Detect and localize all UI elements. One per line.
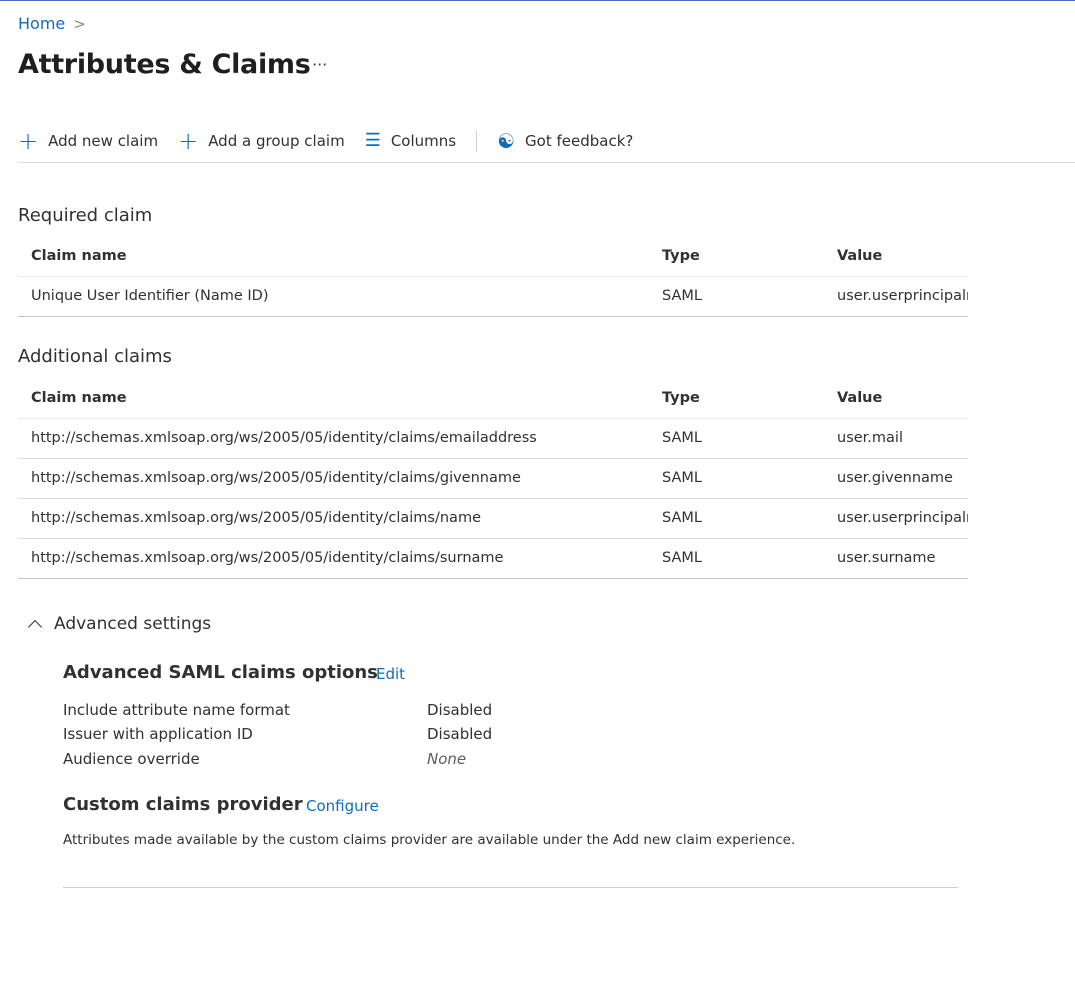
table-row[interactable]: http://schemas.xmlsoap.org/ws/2005/05/id… xyxy=(18,538,968,579)
table-row[interactable]: http://schemas.xmlsoap.org/ws/2005/05/id… xyxy=(18,498,968,539)
setting-label: Issuer with application ID xyxy=(63,725,253,743)
custom-claims-provider-heading: Custom claims provider xyxy=(63,794,303,815)
column-header-value[interactable]: Value xyxy=(824,378,968,419)
column-header-value[interactable]: Value xyxy=(824,236,968,277)
command-bar: + Add new claim + Add a group claim ☰ Colum… xyxy=(18,123,653,159)
claim-name: Unique User Identifier (Name ID) xyxy=(18,276,649,317)
claim-value: user.givenname xyxy=(824,458,968,499)
claim-name: http://schemas.xmlsoap.org/ws/2005/05/id… xyxy=(18,538,649,579)
setting-value: Disabled xyxy=(427,725,493,743)
claim-name: http://schemas.xmlsoap.org/ws/2005/05/id… xyxy=(18,498,649,539)
column-header-claim-name[interactable]: Claim name xyxy=(18,236,649,277)
edit-link[interactable]: Edit xyxy=(376,665,405,683)
claim-type: SAML xyxy=(649,538,824,579)
breadcrumb-home-link[interactable]: Home xyxy=(18,14,65,33)
custom-claims-note: Attributes made available by the custom … xyxy=(63,832,796,848)
add-group-claim-label: Add a group claim xyxy=(208,132,345,150)
feedback-label: Got feedback? xyxy=(525,132,634,150)
columns-label: Columns xyxy=(390,132,457,150)
breadcrumb: Home > xyxy=(18,14,86,33)
column-header-type[interactable]: Type xyxy=(649,378,824,419)
claim-type: SAML xyxy=(649,276,824,317)
required-claims-table: Claim name Type Value Unique User Identi… xyxy=(18,236,968,317)
claim-value: user.surname xyxy=(824,538,968,579)
claim-value: user.userprincipalname xyxy=(824,498,968,539)
claim-value: user.mail xyxy=(824,418,968,459)
table-row[interactable]: http://schemas.xmlsoap.org/ws/2005/05/id… xyxy=(18,458,968,499)
table-header-row: Claim name Type Value xyxy=(18,378,968,419)
table-row[interactable]: Unique User Identifier (Name ID) SAML us… xyxy=(18,276,968,317)
columns-button[interactable]: ☰ Columns xyxy=(364,130,457,151)
additional-claims-heading: Additional claims xyxy=(18,346,172,367)
advanced-settings-label: Advanced settings xyxy=(54,614,212,634)
claim-name: http://schemas.xmlsoap.org/ws/2005/05/id… xyxy=(18,458,649,499)
column-header-claim-name[interactable]: Claim name xyxy=(18,378,649,419)
page-title: Attributes & Claims xyxy=(18,49,311,80)
claim-type: SAML xyxy=(649,498,824,539)
setting-value: Disabled xyxy=(427,701,493,719)
feedback-icon: ☯ xyxy=(497,129,516,153)
feedback-button[interactable]: ☯ Got feedback? xyxy=(497,131,633,151)
add-new-claim-button[interactable]: + Add new claim xyxy=(18,129,158,153)
columns-icon: ☰ xyxy=(364,130,381,151)
section-divider xyxy=(63,887,958,888)
column-header-type[interactable]: Type xyxy=(649,236,824,277)
chevron-up-icon xyxy=(27,619,43,635)
add-group-claim-button[interactable]: + Add a group claim xyxy=(178,129,345,153)
plus-icon: + xyxy=(178,127,199,155)
setting-label: Audience override xyxy=(63,750,200,768)
setting-label: Include attribute name format xyxy=(63,701,290,719)
advanced-settings-toggle[interactable]: Advanced settings xyxy=(27,614,212,635)
claim-value: user.userprincipalname xyxy=(824,276,968,317)
table-header-row: Claim name Type Value xyxy=(18,236,968,277)
table-row[interactable]: http://schemas.xmlsoap.org/ws/2005/05/id… xyxy=(18,418,968,459)
more-options-button[interactable]: ··· xyxy=(312,55,327,74)
add-new-claim-label: Add new claim xyxy=(48,132,159,150)
advanced-saml-heading: Advanced SAML claims options xyxy=(63,662,378,683)
additional-claims-table: Claim name Type Value http://schemas.xml… xyxy=(18,378,968,579)
configure-link[interactable]: Configure xyxy=(306,797,379,815)
toolbar-divider-line xyxy=(18,162,1075,163)
claim-type: SAML xyxy=(649,418,824,459)
setting-value: None xyxy=(427,750,467,768)
claim-type: SAML xyxy=(649,458,824,499)
plus-icon: + xyxy=(18,127,39,155)
chevron-right-icon: > xyxy=(73,14,86,33)
toolbar-divider xyxy=(476,130,478,152)
claim-name: http://schemas.xmlsoap.org/ws/2005/05/id… xyxy=(18,418,649,459)
required-claim-heading: Required claim xyxy=(18,205,153,226)
